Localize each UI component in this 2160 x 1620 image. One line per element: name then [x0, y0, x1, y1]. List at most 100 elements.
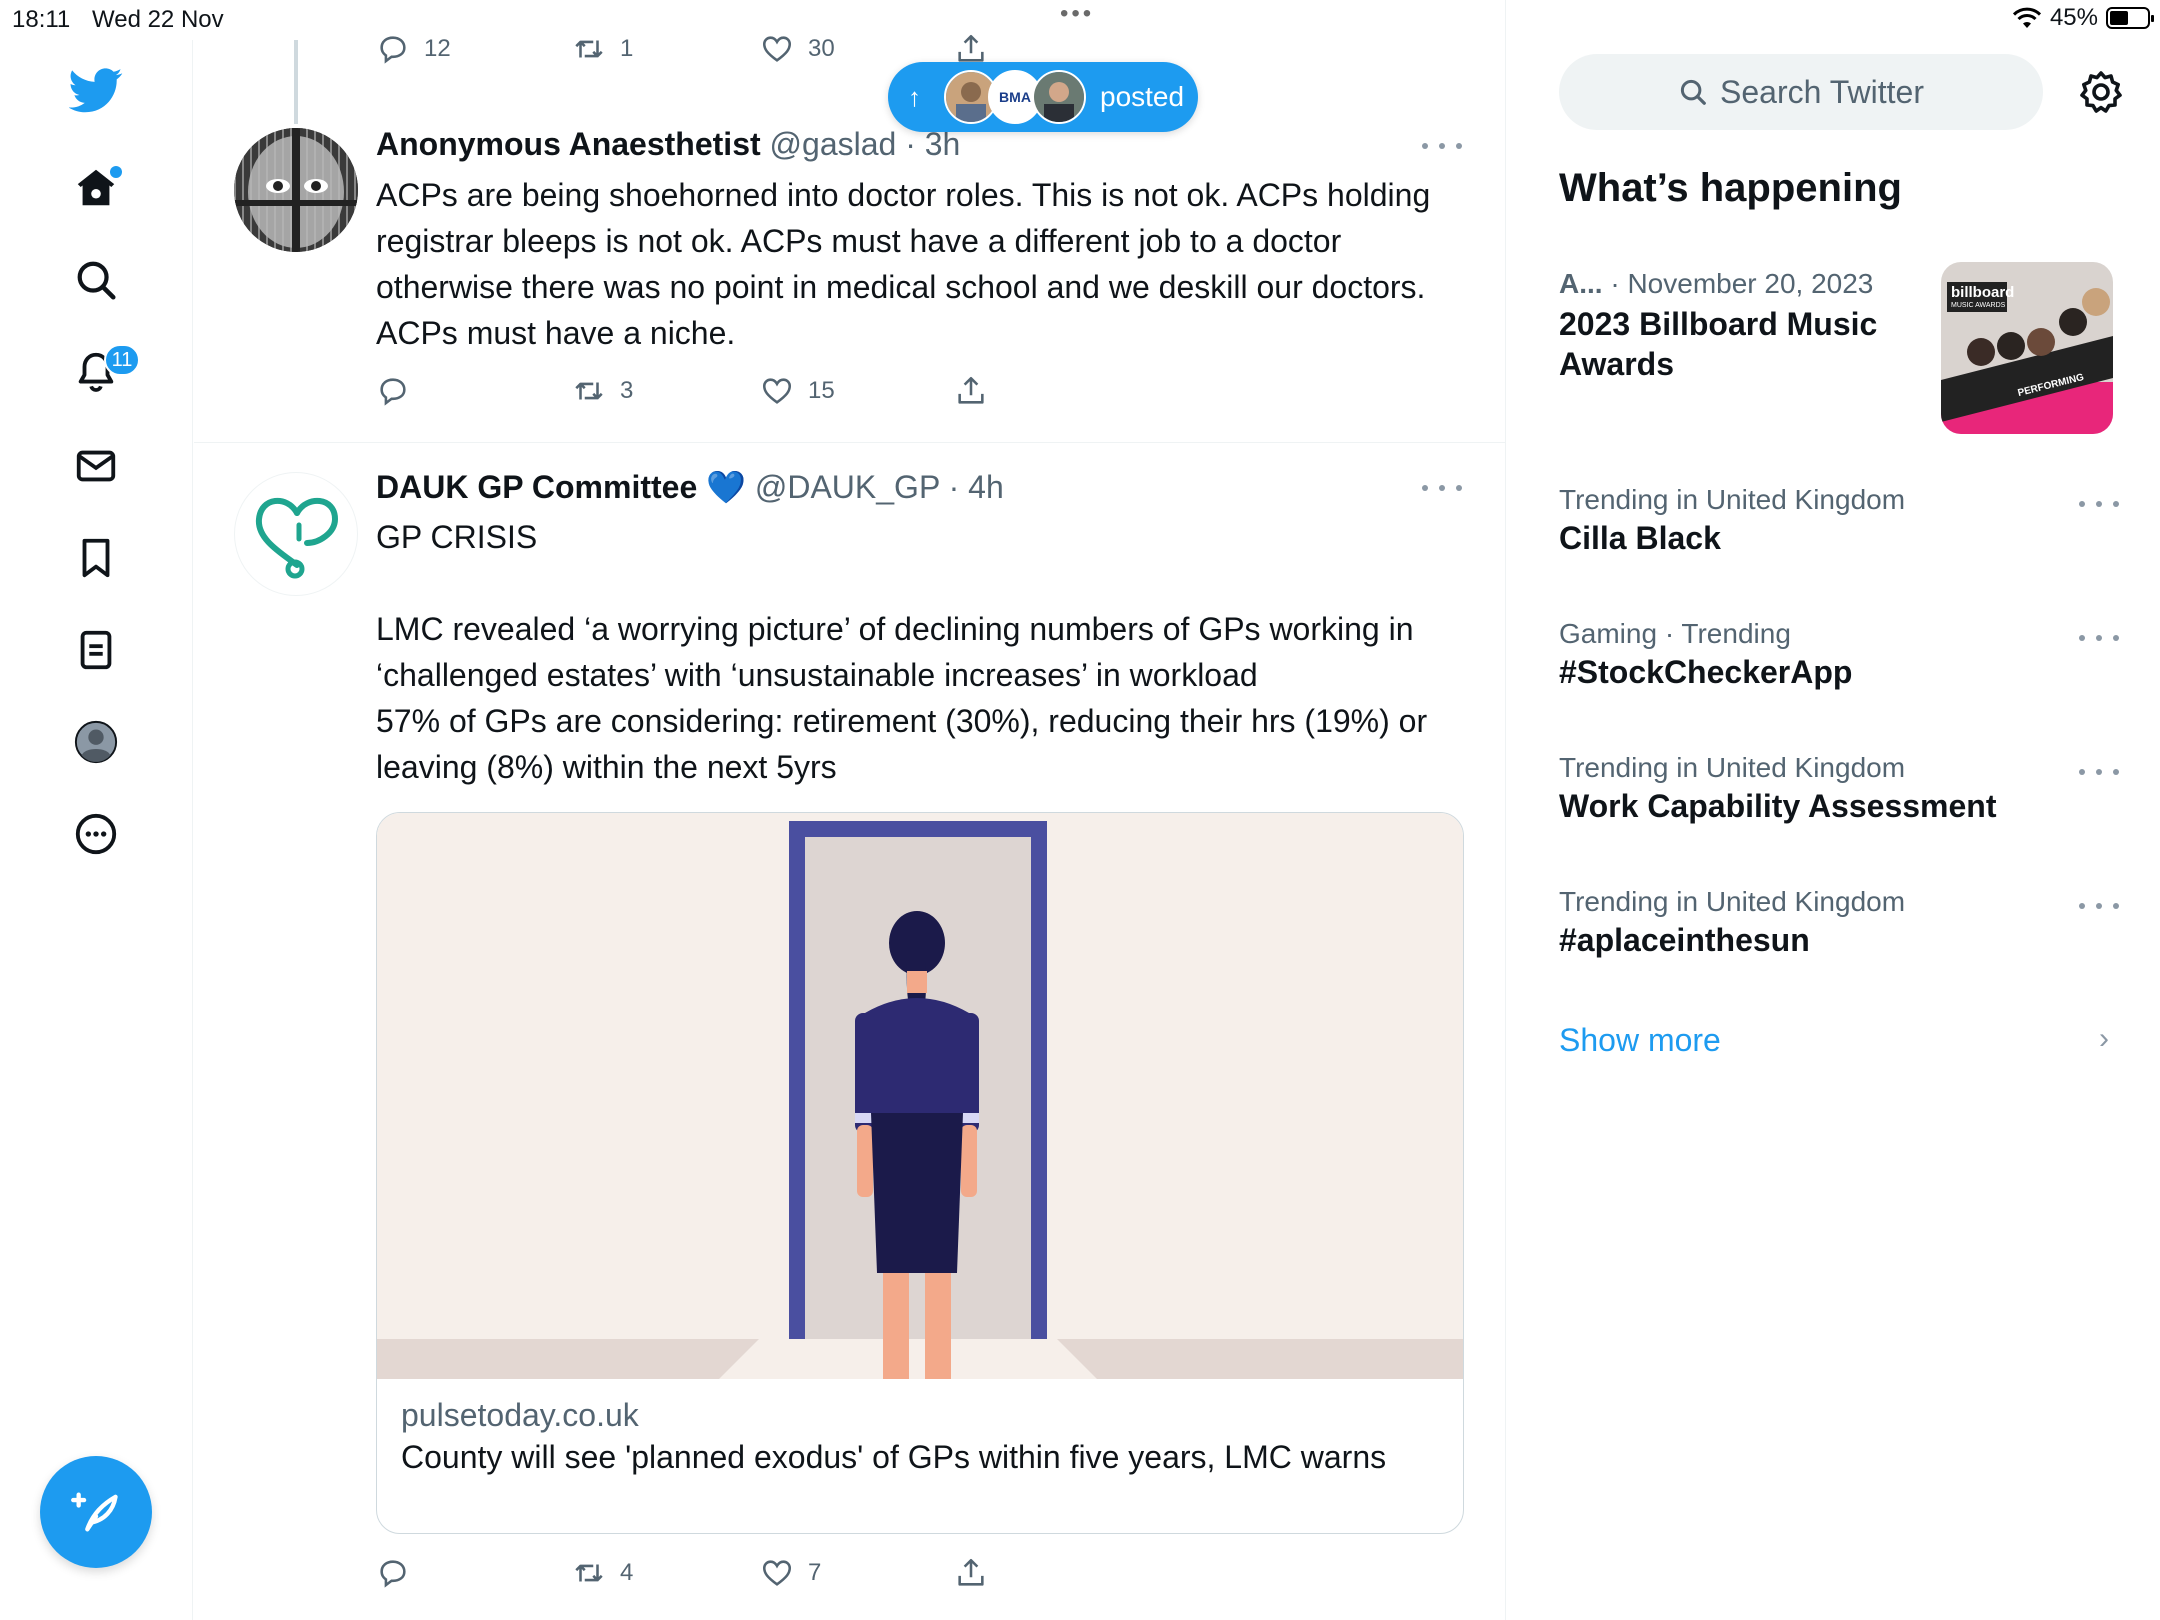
retweet-icon — [575, 382, 603, 400]
notifications-bell-icon[interactable]: 11 — [60, 336, 140, 408]
search-input[interactable]: Search Twitter — [1559, 54, 2043, 130]
trend-more-icon[interactable] — [2079, 894, 2119, 918]
thread-connector-line — [294, 40, 298, 124]
link-preview-card[interactable]: pulsetoday.co.uk County will see 'planne… — [376, 812, 1464, 1534]
timestamp[interactable]: · 4h — [949, 469, 1004, 505]
trend-meta: Gaming · Trending — [1559, 618, 1791, 649]
retweet-button[interactable]: 3 — [572, 374, 633, 408]
tweet-actions: 3 15 — [376, 374, 1466, 414]
tweet-header: DAUK GP Committee 💙 @DAUK_GP · 4h — [376, 468, 1004, 506]
trend-more-icon[interactable] — [2079, 626, 2119, 650]
billboard-thumbnail[interactable]: billboard MUSIC AWARDS PERFORMING — [1941, 262, 2113, 434]
more-options-icon[interactable] — [60, 798, 132, 870]
trend-item[interactable]: Trending in United Kingdom Work Capabili… — [1559, 752, 2119, 825]
arrow-up-icon: ↑ — [908, 81, 921, 112]
reply-count: 12 — [424, 35, 451, 62]
share-button[interactable] — [954, 32, 988, 66]
heart-icon — [762, 1560, 792, 1586]
card-image-doorway-illustration — [377, 813, 1463, 1379]
reply-button[interactable] — [376, 1556, 410, 1590]
handle[interactable]: @gaslad — [770, 126, 897, 162]
show-more-link[interactable]: Show more — [1559, 1022, 1721, 1059]
new-posts-pill[interactable]: ↑ BMA posted — [888, 62, 1198, 132]
reply-button[interactable] — [376, 374, 410, 408]
avatar[interactable] — [234, 472, 358, 596]
tweet-divider — [194, 442, 1506, 443]
status-indicators: 45% — [2012, 4, 2154, 32]
retweet-button[interactable]: 1 — [572, 32, 633, 66]
chevron-right-icon[interactable]: › — [2099, 1022, 2109, 1056]
share-icon — [958, 34, 984, 62]
trend-title: Work Capability Assessment — [1559, 788, 1997, 824]
tweet-actions: 4 7 — [376, 1556, 1466, 1596]
trend-meta: Trending in United Kingdom — [1559, 484, 1906, 515]
trend-more-icon[interactable] — [2079, 492, 2119, 516]
share-icon — [958, 376, 984, 404]
profile-avatar-icon[interactable] — [60, 706, 132, 778]
wifi-icon — [2012, 7, 2042, 28]
tweet-text-body: LMC revealed ‘a worrying picture’ of dec… — [376, 611, 1428, 785]
bookmarks-icon[interactable] — [60, 522, 132, 594]
thumb-sub: MUSIC AWARDS — [1951, 302, 2006, 309]
pill-avatar — [1032, 70, 1086, 124]
tweet-more-icon[interactable] — [1422, 134, 1462, 158]
trend-meta: Trending in United Kingdom — [1559, 886, 1906, 917]
posted-label: posted — [1100, 81, 1185, 112]
handle[interactable]: @DAUK_GP — [755, 469, 940, 505]
share-button[interactable] — [954, 1556, 988, 1590]
battery-icon — [2106, 7, 2154, 29]
twitter-logo-icon[interactable] — [60, 54, 132, 126]
blue-heart-emoji: 💙 — [706, 469, 746, 505]
tweet-text-heading: GP CRISIS — [376, 519, 538, 555]
retweet-count: 1 — [620, 35, 634, 62]
retweet-button[interactable]: 4 — [572, 1556, 633, 1590]
retweet-count: 3 — [620, 377, 634, 404]
messages-envelope-icon[interactable] — [60, 430, 132, 502]
tweet-more-icon[interactable] — [1422, 476, 1462, 500]
reply-button[interactable]: 12 — [376, 32, 451, 66]
home-unread-dot — [110, 166, 122, 178]
like-button[interactable]: 15 — [760, 374, 835, 408]
timeline: 12 1 30 Anonymous Anaesthetist @gaslad ·… — [194, 0, 1506, 1620]
trend-item[interactable]: Gaming · Trending #StockCheckerApp — [1559, 618, 2119, 691]
search-icon — [1680, 79, 1706, 105]
battery-percent: 45% — [2049, 4, 2098, 31]
heart-icon — [762, 378, 792, 404]
reply-icon — [380, 378, 406, 406]
like-button[interactable]: 7 — [760, 1556, 821, 1590]
share-icon — [958, 1558, 984, 1586]
settings-gear-icon[interactable] — [2077, 68, 2125, 116]
right-sidebar: Search Twitter What’s happening A... · N… — [1507, 40, 2160, 1620]
trend-featured[interactable]: A... · November 20, 2023 2023 Billboard … — [1559, 268, 1919, 384]
display-name[interactable]: Anonymous Anaesthetist — [376, 126, 761, 162]
retweet-count: 4 — [620, 1559, 634, 1586]
tweet-text: ACPs are being shoehorned into doctor ro… — [376, 177, 1431, 351]
avatar[interactable] — [234, 128, 358, 252]
trend-date: · November 20, 2023 — [1610, 268, 1874, 299]
status-time: 18:11 — [12, 6, 71, 33]
like-button[interactable]: 30 — [760, 32, 835, 66]
card-domain: pulsetoday.co.uk — [401, 1397, 639, 1433]
trend-title: 2023 Billboard Music Awards — [1559, 306, 1878, 382]
card-title: County will see 'planned exodus' of GPs … — [401, 1439, 1387, 1475]
like-count: 30 — [808, 35, 835, 62]
trend-meta: Trending in United Kingdom — [1559, 752, 1906, 783]
trend-more-icon[interactable] — [2079, 760, 2119, 784]
retweet-icon — [575, 1564, 603, 1582]
trend-source: A... — [1559, 268, 1603, 299]
reply-icon — [380, 36, 406, 64]
heart-icon — [762, 36, 792, 62]
trend-title: #aplaceinthesun — [1559, 922, 1810, 958]
trend-item[interactable]: Trending in United Kingdom #aplaceinthes… — [1559, 886, 2119, 959]
reply-icon — [380, 1560, 406, 1588]
lists-icon[interactable] — [60, 614, 132, 686]
compose-tweet-button[interactable] — [40, 1456, 152, 1568]
home-icon[interactable] — [60, 152, 132, 224]
display-name[interactable]: DAUK GP Committee — [376, 469, 697, 505]
left-navigation: 11 — [0, 40, 193, 1620]
share-button[interactable] — [954, 374, 988, 408]
explore-search-icon[interactable] — [60, 244, 132, 316]
trend-item[interactable]: Trending in United Kingdom Cilla Black — [1559, 484, 2119, 557]
tweet-header: Anonymous Anaesthetist @gaslad · 3h — [376, 126, 960, 163]
trend-title: Cilla Black — [1559, 520, 1721, 556]
